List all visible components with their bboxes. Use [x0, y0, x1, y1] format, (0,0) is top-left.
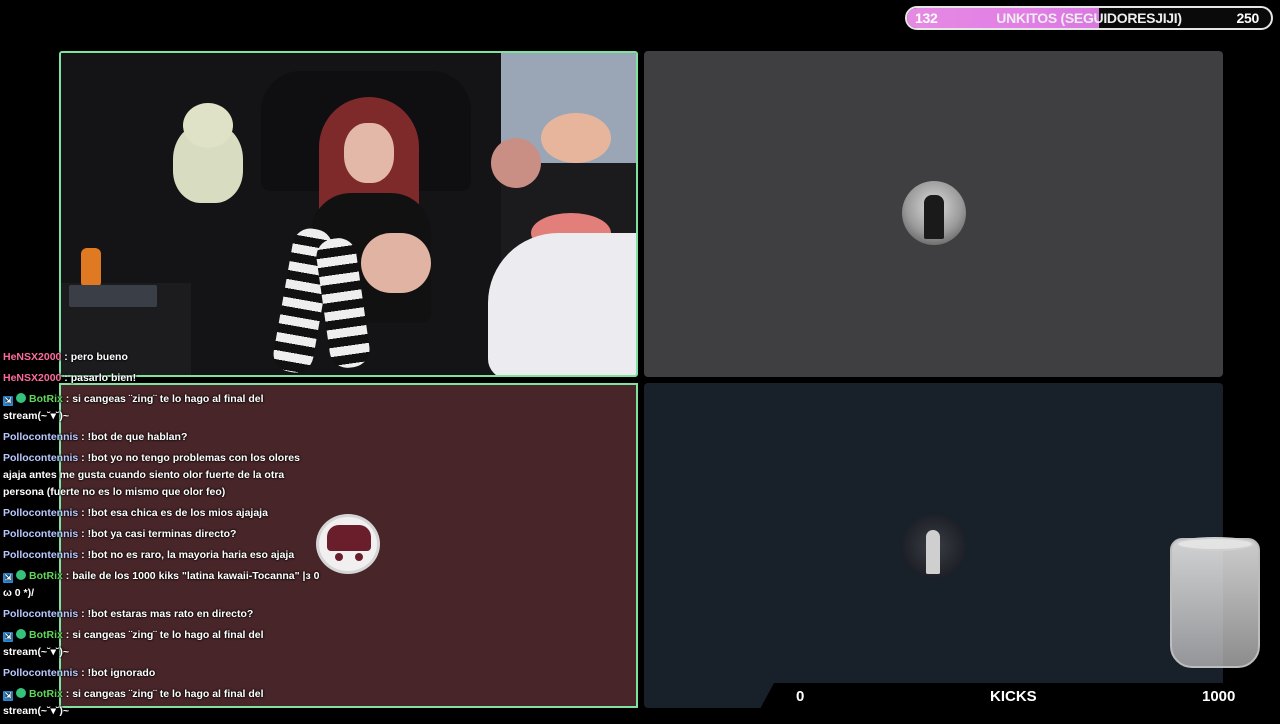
chat-message: ⇲ BotRix : si cangeas ¨zing¨ te lo hago a… — [3, 391, 323, 425]
chat-separator: : — [62, 570, 73, 582]
kicks-label: KICKS — [990, 687, 1037, 705]
participant-avatar — [902, 514, 966, 578]
chat-separator: : — [78, 507, 88, 519]
chat-separator: : — [78, 608, 88, 620]
chat-message-text: !bot ignorado — [87, 667, 156, 679]
chat-separator: : — [78, 431, 88, 443]
chat-username[interactable]: HeNSX2000 — [3, 351, 61, 363]
participant-tile-bottom — [644, 383, 1223, 708]
bot-badge-icon: ⇲ — [3, 573, 13, 583]
participant-avatar — [902, 181, 966, 245]
verified-badge-icon — [16, 629, 26, 639]
chat-overlay: HeNSX2000 : pero bueno HeNSX2000 : pasarl… — [3, 349, 323, 724]
goal-target-count: 250 — [1236, 10, 1260, 26]
chat-message: Pollocontennis : !bot ya casi terminas d… — [3, 526, 323, 543]
kicks-target: 1000 — [1202, 687, 1236, 705]
glass-icon — [1170, 537, 1260, 668]
chat-message-text: pero bueno — [70, 351, 128, 363]
kicks-goal-bar: 0 KICKS 1000 — [760, 683, 1280, 709]
chat-separator: : — [62, 393, 73, 405]
white-pillow — [488, 233, 636, 375]
participant-tile-top — [644, 51, 1223, 377]
chat-separator: : — [62, 629, 73, 641]
goal-title: UNKITOS (SEGUIDORESJIJI) — [996, 10, 1182, 26]
chat-separator: : — [78, 528, 88, 540]
chat-message: Pollocontennis : !bot ignorado — [3, 665, 323, 682]
chat-username[interactable]: Pollocontennis — [3, 431, 78, 443]
chat-message-text: !bot estaras mas rato en directo? — [87, 608, 254, 620]
chat-username[interactable]: BotRix — [29, 688, 63, 700]
chat-message: HeNSX2000 : pero bueno — [3, 349, 323, 366]
keyboard — [69, 285, 157, 307]
chat-separator: : — [61, 372, 71, 384]
chat-username[interactable]: Pollocontennis — [3, 667, 78, 679]
chat-username[interactable]: Pollocontennis — [3, 452, 78, 464]
chat-message: Pollocontennis : !bot yo no tengo proble… — [3, 450, 323, 501]
chat-username[interactable]: Pollocontennis — [3, 549, 78, 561]
verified-badge-icon — [16, 570, 26, 580]
chat-message-text: !bot no es raro, la mayoria haria eso aj… — [87, 549, 295, 561]
chat-username[interactable]: BotRix — [29, 629, 63, 641]
kicks-current: 0 — [796, 687, 805, 705]
chat-message-text: !bot esa chica es de los mios ajajaja — [87, 507, 268, 519]
bot-badge-icon: ⇲ — [3, 632, 13, 642]
chat-separator: : — [62, 688, 73, 700]
verified-badge-icon — [16, 688, 26, 698]
chat-message: Pollocontennis : !bot no es raro, la may… — [3, 547, 323, 564]
chat-message: Pollocontennis : !bot de que hablan? — [3, 429, 323, 446]
chat-message: HeNSX2000 : pasarlo bien! — [3, 370, 323, 387]
chat-username[interactable]: BotRix — [29, 570, 63, 582]
chat-message-text: !bot de que hablan? — [87, 431, 188, 443]
chat-message: Pollocontennis : !bot esa chica es de lo… — [3, 505, 323, 522]
webcam-feed — [59, 51, 638, 377]
chat-username[interactable]: HeNSX2000 — [3, 372, 61, 384]
chat-message: Pollocontennis : !bot estaras mas rato e… — [3, 606, 323, 623]
chat-message: ⇲ BotRix : si cangeas ¨zing¨ te lo hago a… — [3, 627, 323, 661]
streamer — [344, 123, 394, 183]
chat-message-text: !bot ya casi terminas directo? — [87, 528, 237, 540]
chat-message-text: pasarlo bien! — [70, 372, 137, 384]
chat-username[interactable]: Pollocontennis — [3, 608, 78, 620]
chat-username[interactable]: BotRix — [29, 393, 63, 405]
chat-separator: : — [61, 351, 71, 363]
chat-username[interactable]: Pollocontennis — [3, 528, 78, 540]
verified-badge-icon — [16, 393, 26, 403]
chat-username[interactable]: Pollocontennis — [3, 507, 78, 519]
chat-separator: : — [78, 452, 88, 464]
bot-badge-icon: ⇲ — [3, 691, 13, 701]
mascot-emote-icon — [316, 514, 380, 574]
chat-separator: : — [78, 549, 88, 561]
webcam-scene — [61, 53, 636, 375]
follower-goal-bar: 132 UNKITOS (SEGUIDORESJIJI) 250 — [905, 6, 1273, 30]
bot-badge-icon: ⇲ — [3, 396, 13, 406]
chat-message: ⇲ BotRix : si cangeas ¨zing¨ te lo hago a… — [3, 686, 323, 720]
chat-message: ⇲ BotRix : baile de los 1000 kiks "latina… — [3, 568, 323, 602]
chat-separator: : — [78, 667, 88, 679]
